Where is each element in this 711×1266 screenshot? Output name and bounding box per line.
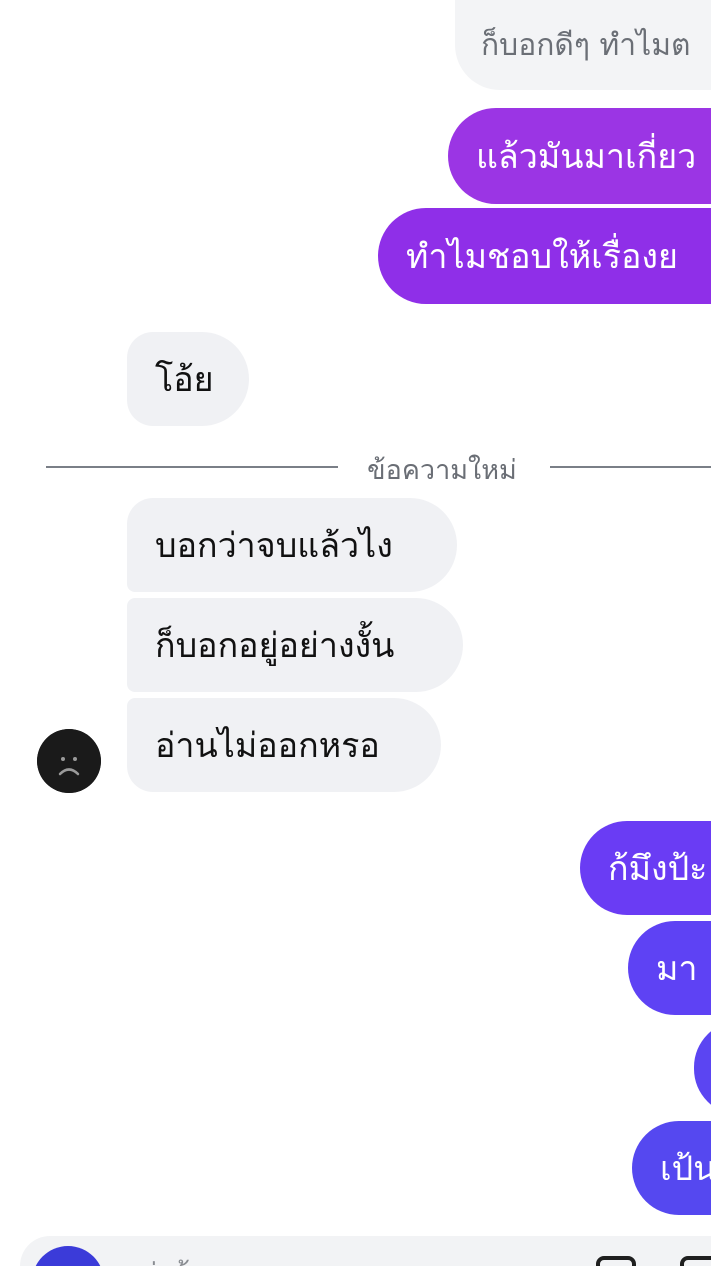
message-text: ก็บอกอยู่อย่างงั้น	[155, 626, 395, 666]
sent-message-bubble[interactable]: มา	[628, 921, 711, 1015]
message-text: ก้มึงป้ะ	[608, 849, 708, 889]
message-text: มา	[656, 949, 698, 989]
message-text: ทำไมชอบให้เรื่องย	[406, 237, 678, 277]
sent-message-bubble[interactable]: ทำไมชอบให้เรื่องย	[378, 208, 711, 304]
message-text: โอ้ย	[155, 360, 214, 400]
sent-message-bubble[interactable]: แล้วมันมาเกี่ยว	[448, 108, 711, 204]
message-text: บอกว่าจบแล้วไง	[155, 526, 393, 566]
gallery-icon[interactable]	[680, 1256, 711, 1266]
chat-screen: ก็บอกดีๆ ทำไมต แล้วมันมาเกี่ยว ทำไมชอบให…	[0, 0, 711, 1266]
new-messages-divider-right	[550, 466, 711, 468]
message-text: เป้น	[660, 1149, 711, 1189]
sad-face-icon	[37, 729, 101, 793]
message-input[interactable]: ส่งข้อ	[140, 1252, 207, 1266]
quoted-reply-preview[interactable]: ก็บอกดีๆ ทำไมต	[455, 0, 711, 90]
received-message-bubble[interactable]: ก็บอกอยู่อย่างงั้น	[127, 598, 463, 692]
sent-message-bubble[interactable]: ก้มึงป้ะ	[580, 821, 711, 915]
received-message-bubble[interactable]: โอ้ย	[127, 332, 249, 426]
quoted-reply-text: ก็บอกดีๆ ทำไมต	[481, 27, 691, 63]
received-message-bubble[interactable]: อ่านไม่ออกหรอ	[127, 698, 441, 792]
sent-message-bubble[interactable]: เป้น	[632, 1121, 711, 1215]
received-message-bubble[interactable]: บอกว่าจบแล้วไง	[127, 498, 457, 592]
message-text: แล้วมันมาเกี่ยว	[476, 137, 697, 177]
camera-icon[interactable]	[596, 1256, 636, 1266]
message-text: อ่านไม่ออกหรอ	[155, 726, 380, 766]
new-messages-divider-left	[46, 466, 338, 468]
contact-avatar[interactable]	[37, 729, 101, 793]
sent-message-bubble[interactable]	[694, 1021, 711, 1115]
new-messages-divider-label: ข้อความใหม่	[367, 455, 517, 486]
